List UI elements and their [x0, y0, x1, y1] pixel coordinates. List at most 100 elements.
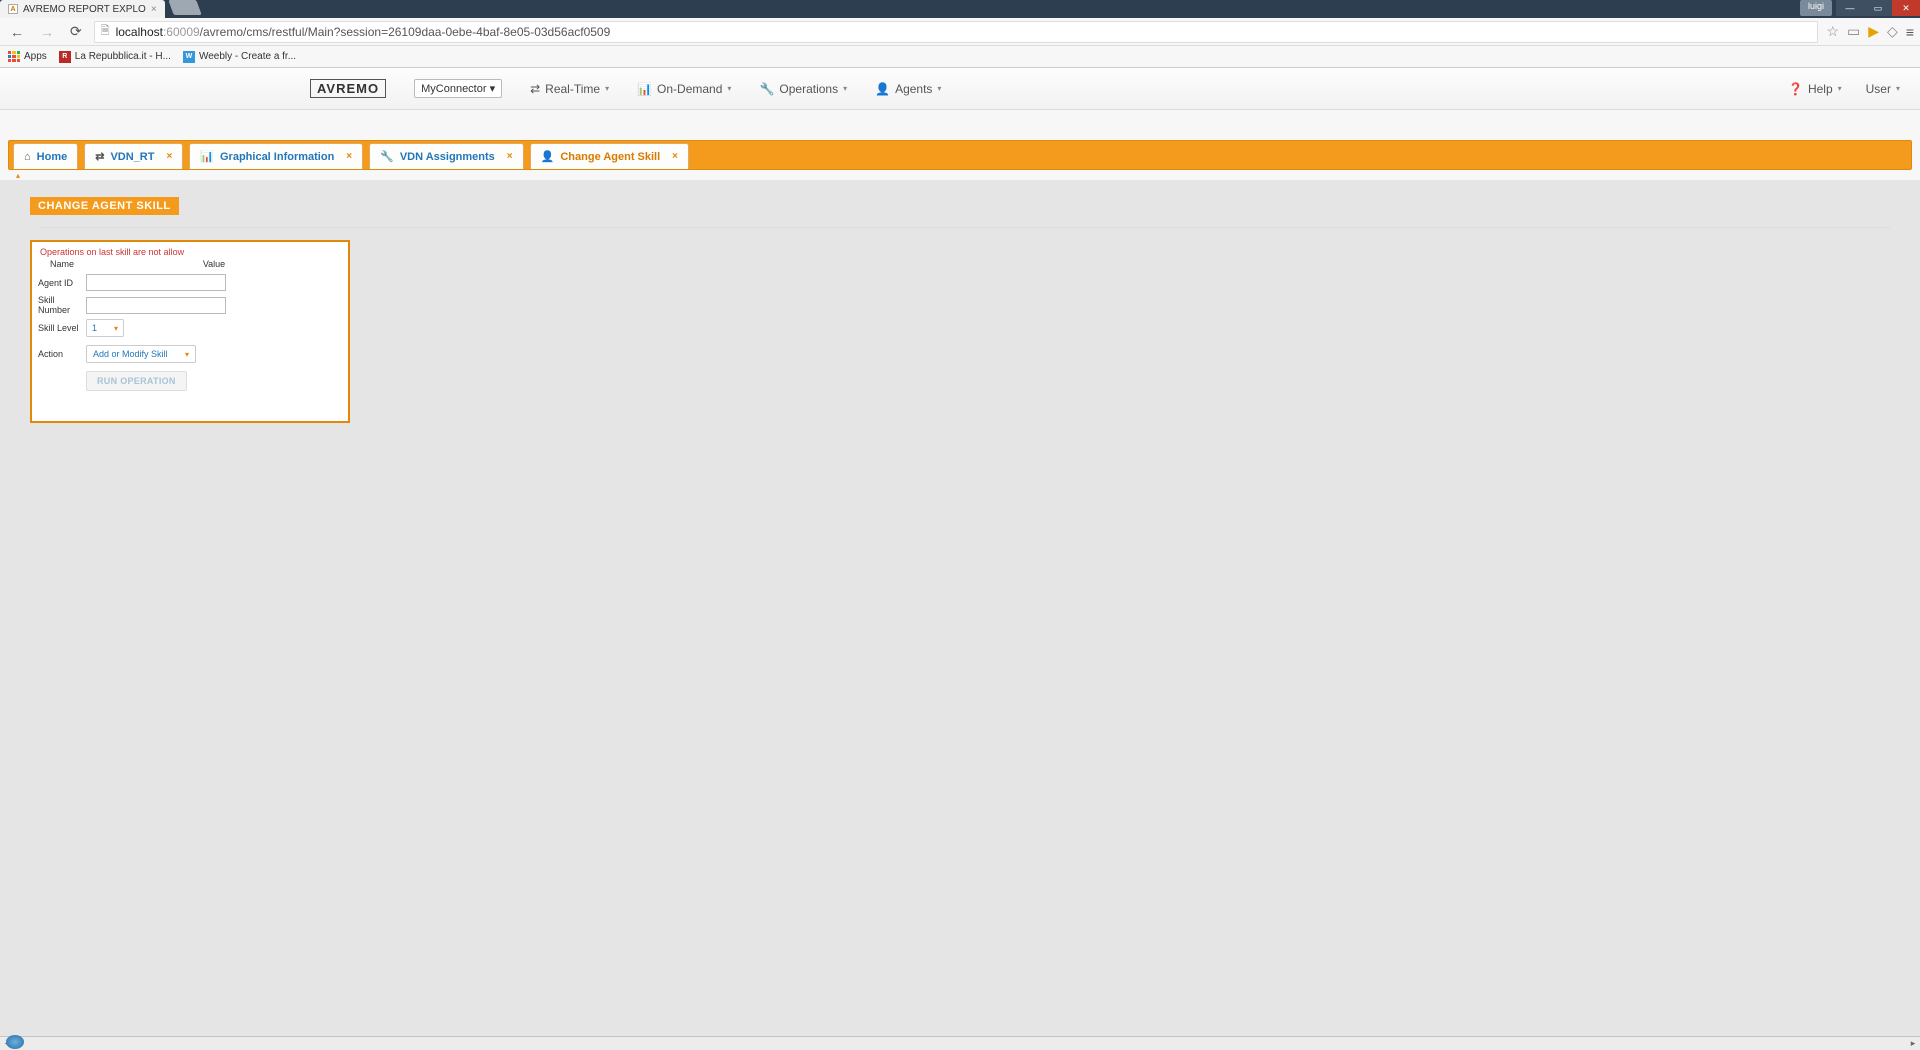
caret-icon: ▾ [1838, 84, 1842, 93]
collapse-toggle[interactable]: ▴ [8, 170, 1912, 180]
window-close-button[interactable]: ✕ [1892, 0, 1920, 16]
menu-label: Help [1808, 82, 1833, 96]
tab-close-icon[interactable]: × [346, 151, 352, 162]
reload-button[interactable]: ⟳ [66, 23, 86, 40]
device-icon[interactable]: ▭ [1847, 23, 1860, 40]
browser-tab-title: AVREMO REPORT EXPLO [23, 4, 146, 15]
action-label: Action [38, 349, 86, 359]
action-select[interactable]: Add or Modify Skill ▾ [86, 345, 196, 363]
run-operation-button[interactable]: RUN OPERATION [86, 371, 187, 391]
change-agent-skill-form: Operations on last skill are not allow N… [30, 240, 350, 423]
window-minimize-button[interactable]: — [1836, 0, 1864, 16]
menu-on-demand[interactable]: 📊 On-Demand ▾ [637, 82, 731, 96]
browser-tab[interactable]: A AVREMO REPORT EXPLO × [0, 0, 165, 18]
caret-icon: ▾ [937, 84, 941, 93]
skill-number-input[interactable] [86, 297, 226, 314]
apps-icon [8, 51, 20, 63]
start-button[interactable] [6, 1035, 24, 1049]
user-icon: 👤 [875, 82, 890, 96]
tab-label: Graphical Information [220, 151, 334, 163]
scroll-right-icon[interactable]: ▸ [1906, 1038, 1920, 1049]
logo-text: AVREMO [317, 81, 379, 96]
menu-real-time[interactable]: ⇄Real-Time▾ [530, 82, 609, 96]
tab-label: VDN_RT [110, 151, 154, 163]
select-value: 1 [92, 323, 97, 333]
app-tabbar: ⌂ Home ⇄ VDN_RT × 📊 Graphical Informatio… [8, 140, 1912, 170]
app-navbar: AVREMO MyConnector ▾ ⇄Real-Time▾ 📊 On-Dem… [0, 68, 1920, 110]
row-skill-number: Skill Number [38, 295, 342, 315]
form-warning: Operations on last skill are not allow [38, 246, 342, 258]
apps-button[interactable]: Apps [8, 51, 47, 63]
bookmark-favicon: R [59, 51, 71, 63]
caret-icon: ▾ [1896, 84, 1900, 93]
caret-icon: ▾ [843, 84, 847, 93]
column-headers: Name Value [38, 258, 342, 270]
horizontal-scrollbar[interactable]: ◂ ▸ [0, 1036, 1920, 1050]
browser-titlebar: A AVREMO REPORT EXPLO × luigi — ▭ ✕ [0, 0, 1920, 18]
caret-icon: ▾ [605, 84, 609, 93]
caret-icon: ▾ [727, 84, 731, 93]
bookmark-item[interactable]: W Weebly - Create a fr... [183, 51, 296, 63]
scroll-track[interactable] [14, 1039, 1906, 1049]
tab-close-icon[interactable]: × [672, 151, 678, 162]
user-icon: 👤 [541, 150, 555, 163]
menu-label: On-Demand [657, 82, 722, 96]
connector-select[interactable]: MyConnector ▾ [414, 79, 502, 98]
tab-home[interactable]: ⌂ Home [13, 143, 78, 169]
refresh-icon: ⇄ [530, 82, 540, 96]
tab-close-icon[interactable]: × [166, 151, 172, 162]
star-icon[interactable]: ☆ [1826, 23, 1839, 40]
agent-id-label: Agent ID [38, 278, 86, 288]
tab-label: VDN Assignments [400, 151, 495, 163]
select-value: Add or Modify Skill [93, 349, 168, 359]
col-name-header: Name [38, 259, 86, 269]
chart-icon: 📊 [637, 82, 652, 96]
spacer [0, 110, 1920, 140]
menu-help[interactable]: ❓ Help ▾ [1788, 82, 1842, 96]
app-logo[interactable]: AVREMO [310, 79, 386, 98]
tab-label: Change Agent Skill [560, 151, 660, 163]
skill-level-select[interactable]: 1 ▾ [86, 319, 124, 337]
back-button[interactable]: ← [6, 24, 28, 40]
menu-agents[interactable]: 👤 Agents ▾ [875, 82, 941, 96]
page-content: CHANGE AGENT SKILL Operations on last sk… [0, 180, 1920, 439]
home-icon: ⌂ [24, 151, 31, 163]
page-title: CHANGE AGENT SKILL [30, 197, 179, 215]
url-port: :60009 [163, 25, 200, 39]
row-agent-id: Agent ID [38, 274, 342, 291]
col-value-header: Value [86, 259, 342, 269]
tab-close-icon[interactable]: × [151, 4, 157, 15]
help-icon: ❓ [1788, 82, 1803, 96]
row-action: Action Add or Modify Skill ▾ [38, 345, 342, 363]
row-skill-level: Skill Level 1 ▾ [38, 319, 342, 337]
tab-change-agent-skill[interactable]: 👤 Change Agent Skill × [530, 143, 689, 169]
tab-vdn-assignments[interactable]: 🔧 VDN Assignments × [369, 143, 524, 169]
tab-label: Home [37, 151, 68, 163]
tab-close-icon[interactable]: × [507, 151, 513, 162]
address-bar: ← → ⟳ 🗎 localhost:60009/avremo/cms/restf… [0, 18, 1920, 46]
tab-graphical-info[interactable]: 📊 Graphical Information × [189, 143, 363, 169]
bookmark-item[interactable]: R La Repubblica.it - H... [59, 51, 171, 63]
bookmarks-bar: Apps R La Repubblica.it - H... W Weebly … [0, 46, 1920, 68]
chrome-menu-icon[interactable]: ≡ [1906, 24, 1914, 40]
new-tab-button[interactable] [168, 0, 201, 15]
extension-icon[interactable]: ◇ [1887, 23, 1898, 40]
forward-button[interactable]: → [36, 24, 58, 40]
url-field[interactable]: 🗎 localhost:60009/avremo/cms/restful/Mai… [94, 21, 1819, 43]
menu-user[interactable]: User ▾ [1866, 82, 1900, 96]
url-path: /avremo/cms/restful/Main?session=26109da… [200, 25, 611, 39]
chart-icon: 📊 [200, 150, 214, 163]
menu-label: Agents [895, 82, 932, 96]
menu-operations[interactable]: 🔧Operations▾ [759, 82, 847, 96]
tab-favicon: A [8, 4, 18, 14]
agent-id-input[interactable] [86, 274, 226, 291]
menu-label: User [1866, 82, 1891, 96]
refresh-icon: ⇄ [95, 150, 104, 163]
play-icon[interactable]: ▶ [1868, 23, 1879, 40]
menu-label: Operations [779, 82, 838, 96]
chevron-down-icon: ▾ [114, 324, 118, 333]
bookmark-label: La Repubblica.it - H... [75, 51, 171, 62]
tabbar-container: ⌂ Home ⇄ VDN_RT × 📊 Graphical Informatio… [0, 140, 1920, 180]
tab-vdn-rt[interactable]: ⇄ VDN_RT × [84, 143, 183, 169]
window-maximize-button[interactable]: ▭ [1864, 0, 1892, 16]
